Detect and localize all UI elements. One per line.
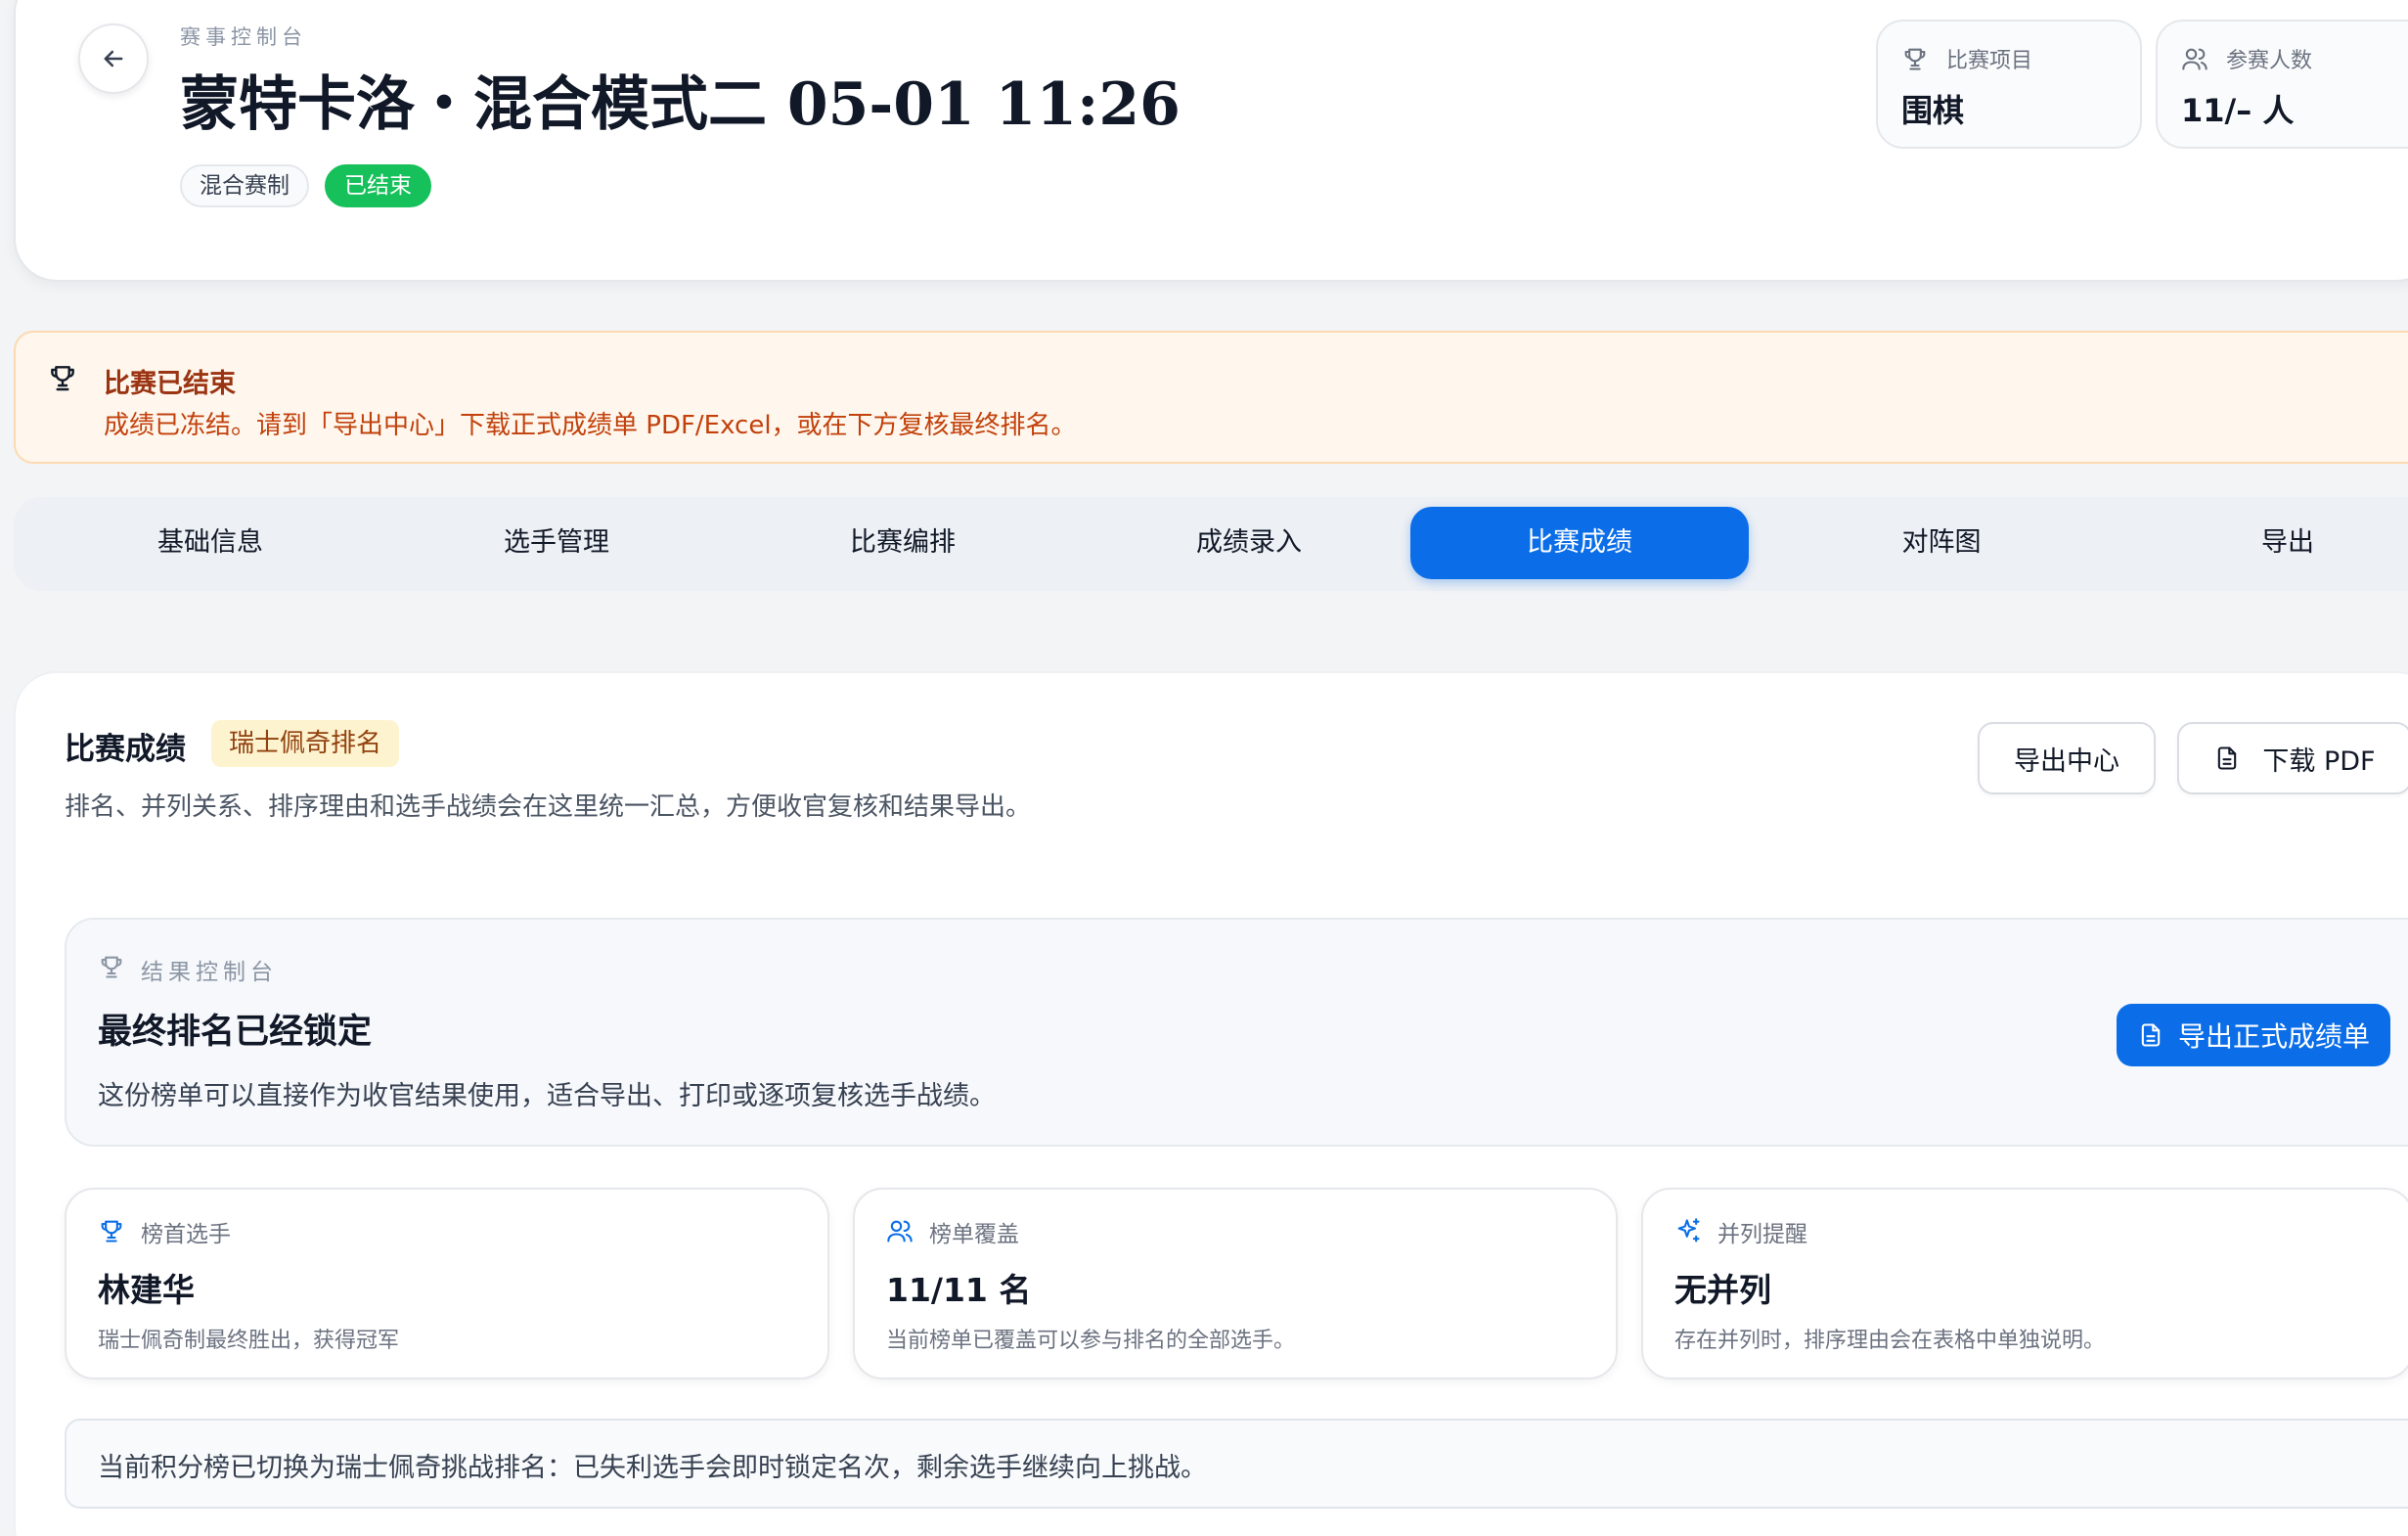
ranking-note-text: 当前积分榜已切换为瑞士佩奇挑战排名：已失利选手会即时锁定名次，剩余选手继续向上挑… [98, 1453, 1207, 1483]
stat-label: 比赛项目 [1946, 49, 2033, 73]
download-pdf-label: 下载 PDF [2262, 745, 2376, 777]
summary-value: 11/11 名 [886, 1271, 1032, 1309]
download-pdf-button[interactable]: 下载 PDF [2177, 722, 2408, 794]
stat-value: 11/– 人 [2181, 92, 2295, 129]
summary-card-coverage: 榜单覆盖 11/11 名 当前榜单已覆盖可以参与排名的全部选手。 [853, 1188, 1618, 1379]
file-text-icon [2213, 745, 2241, 772]
export-center-button[interactable]: 导出中心 [1978, 722, 2156, 794]
trophy-icon [1901, 45, 1929, 72]
summary-label: 并列提醒 [1717, 1222, 1807, 1247]
console-eyebrow: 结果控制台 [141, 960, 278, 985]
tab-bar: 基础信息 选手管理 比赛编排 成绩录入 比赛成绩 对阵图 导出 [14, 497, 2408, 591]
alert-title: 比赛已结束 [104, 369, 236, 399]
header-card: 赛事控制台 蒙特卡洛・混合模式二 05-01 11:26 混合赛制 已结束 比赛… [14, 0, 2408, 282]
summary-description: 存在并列时，排序理由会在表格中单独说明。 [1674, 1329, 2106, 1353]
summary-description: 当前榜单已覆盖可以参与排名的全部选手。 [886, 1329, 1296, 1353]
ranking-type-tag: 瑞士佩奇排名 [211, 720, 400, 767]
summary-value: 林建华 [98, 1271, 195, 1309]
tab-schedule[interactable]: 比赛编排 [734, 507, 1072, 579]
console-description: 这份榜单可以直接作为收官结果使用，适合导出、打印或逐项复核选手战绩。 [98, 1081, 996, 1111]
console-eyebrow: 赛事控制台 [180, 25, 307, 49]
summary-card-champion: 榜首选手 林建华 瑞士佩奇制最终胜出，获得冠军 [65, 1188, 829, 1379]
alert-description: 成绩已冻结。请到「导出中心」下载正式成绩单 PDF/Excel，或在下方复核最终… [104, 411, 1077, 440]
tab-bracket[interactable]: 对阵图 [1772, 507, 2111, 579]
export-official-results-label: 导出正式成绩单 [2177, 1020, 2370, 1053]
summary-description: 瑞士佩奇制最终胜出，获得冠军 [98, 1329, 400, 1353]
tab-export[interactable]: 导出 [2118, 507, 2408, 579]
export-center-label: 导出中心 [2014, 745, 2119, 777]
section-title: 比赛成绩 [65, 732, 186, 767]
mode-badge: 混合赛制 [180, 164, 309, 207]
ranking-note: 当前积分榜已切换为瑞士佩奇挑战排名：已失利选手会即时锁定名次，剩余选手继续向上挑… [65, 1419, 2408, 1509]
results-section: 比赛成绩 瑞士佩奇排名 排名、并列关系、排序理由和选手战绩会在这里统一汇总，方便… [14, 671, 2408, 1536]
status-badge: 已结束 [325, 164, 431, 207]
console-title: 最终排名已经锁定 [98, 1013, 373, 1052]
stat-label: 参赛人数 [2226, 49, 2313, 73]
page-title: 蒙特卡洛・混合模式二 05-01 11:26 [180, 70, 1181, 139]
summary-label: 榜单覆盖 [929, 1222, 1019, 1247]
users-icon [886, 1217, 914, 1244]
sparkles-icon [1674, 1217, 1702, 1244]
summary-value: 无并列 [1674, 1271, 1771, 1309]
finished-alert: 比赛已结束 成绩已冻结。请到「导出中心」下载正式成绩单 PDF/Excel，或在… [14, 331, 2408, 464]
summary-label: 榜首选手 [141, 1222, 231, 1247]
trophy-icon [98, 1217, 125, 1244]
stat-card-event: 比赛项目 围棋 [1876, 20, 2142, 149]
tab-players[interactable]: 选手管理 [387, 507, 726, 579]
tab-basic-info[interactable]: 基础信息 [41, 507, 379, 579]
trophy-icon [47, 362, 78, 393]
summary-card-ties: 并列提醒 无并列 存在并列时，排序理由会在表格中单独说明。 [1641, 1188, 2408, 1379]
tab-results[interactable]: 比赛成绩 [1410, 507, 1749, 579]
section-description: 排名、并列关系、排序理由和选手战绩会在这里统一汇总，方便收官复核和结果导出。 [65, 792, 1032, 822]
stat-value: 围棋 [1901, 92, 1965, 129]
arrow-left-icon [104, 50, 123, 68]
tab-score-entry[interactable]: 成绩录入 [1080, 507, 1418, 579]
trophy-icon [98, 953, 125, 980]
file-text-icon [2137, 1021, 2164, 1049]
users-icon [2181, 45, 2208, 72]
result-console-card: 结果控制台 最终排名已经锁定 这份榜单可以直接作为收官结果使用，适合导出、打印或… [65, 918, 2408, 1147]
back-button[interactable] [78, 23, 149, 94]
stat-card-participants: 参赛人数 11/– 人 [2156, 20, 2408, 149]
export-official-results-button[interactable]: 导出正式成绩单 [2117, 1004, 2390, 1066]
